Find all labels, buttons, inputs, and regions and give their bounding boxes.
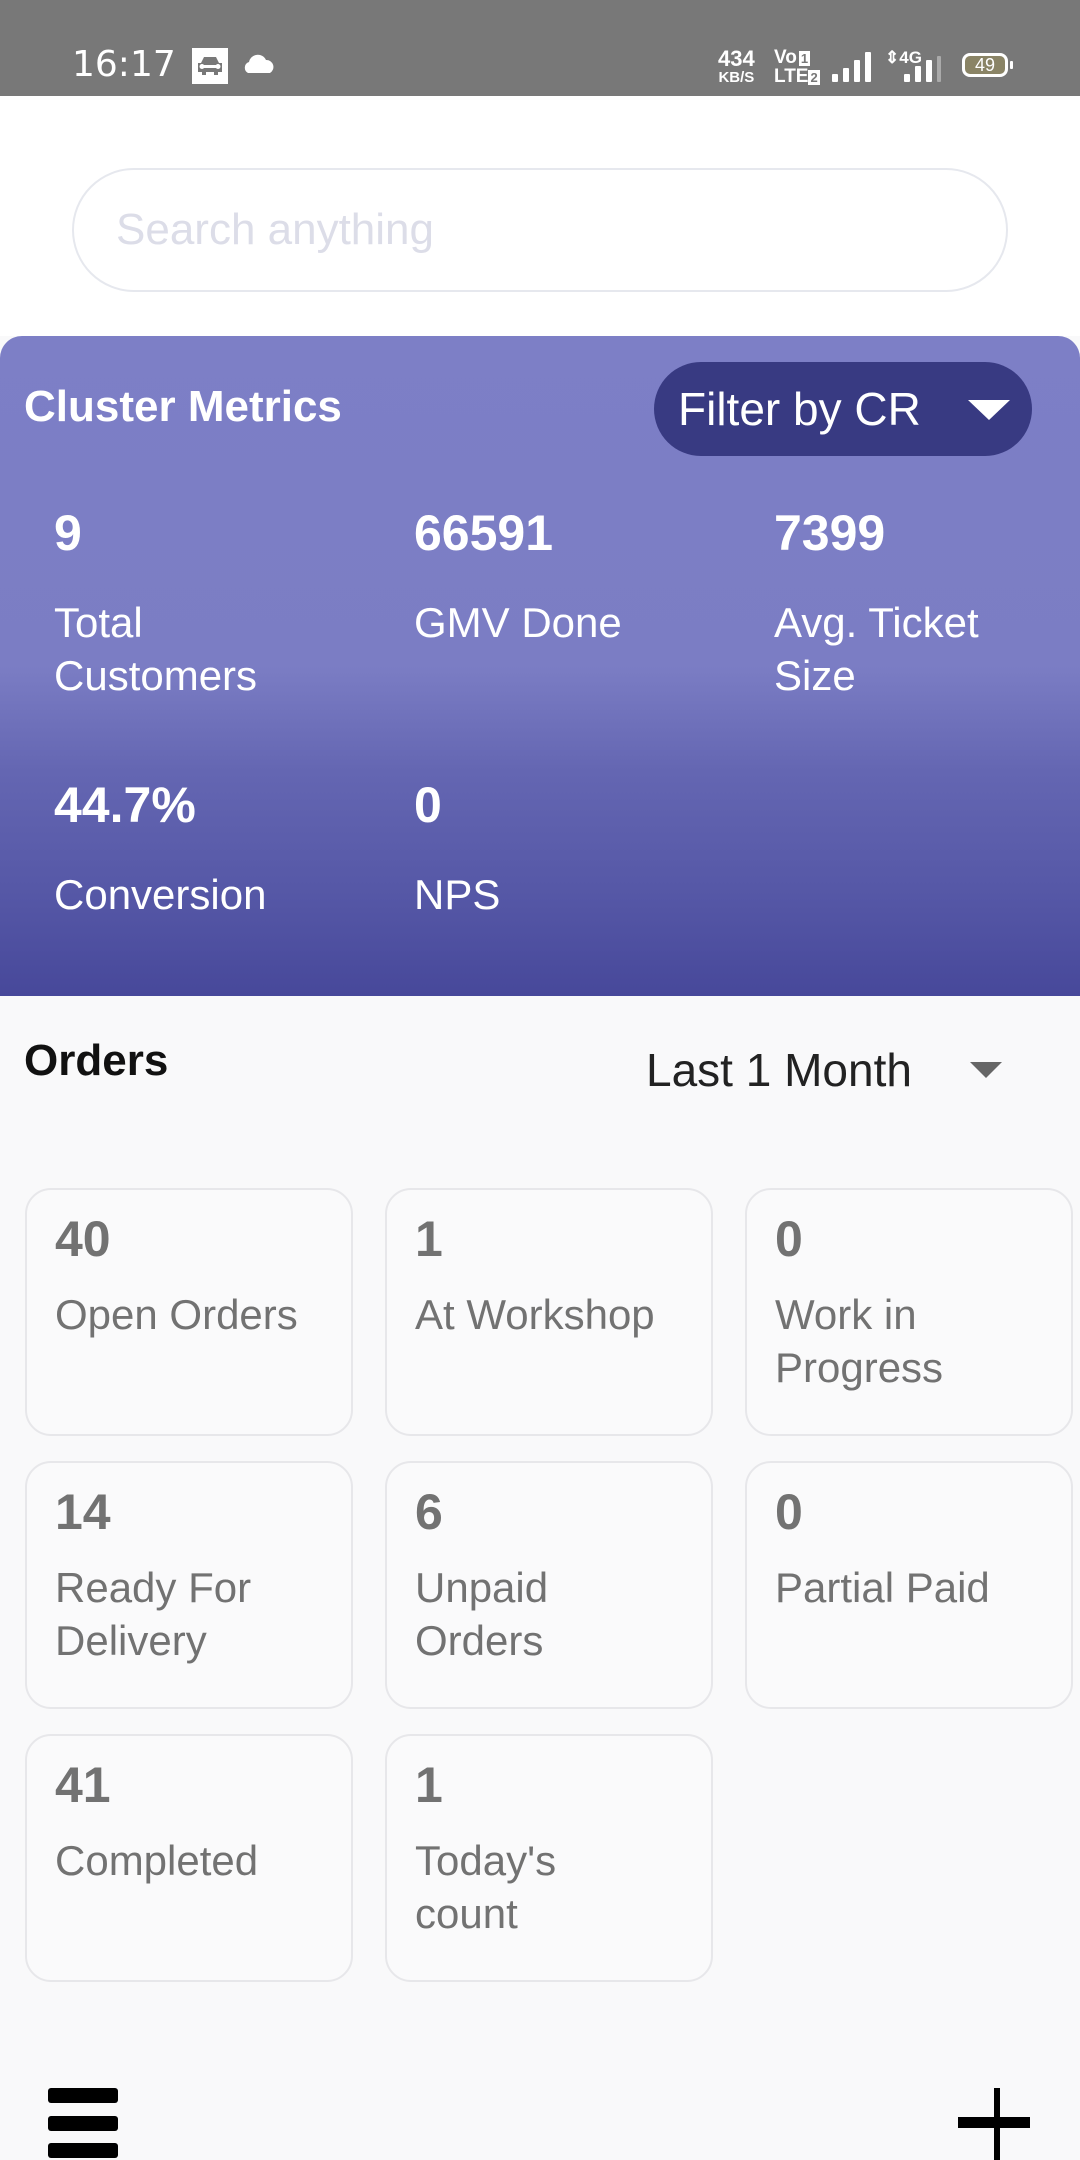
battery-icon: 49 [962,53,1013,77]
metric-avg-ticket-size: 7399 Avg. Ticket Size [774,508,1074,702]
order-count: 14 [55,1484,111,1540]
car-repair-notification-icon [192,48,228,84]
order-card-partial-paid[interactable]: 0 Partial Paid [745,1461,1073,1709]
metric-value: 7399 [774,505,886,561]
order-label: Ready For Delivery [55,1564,252,1664]
metric-value: 44.7% [54,777,196,833]
cloud-icon [242,52,276,79]
metric-label: Avg. Ticket Size [774,599,979,699]
order-card-ready-for-delivery[interactable]: 14 Ready For Delivery [25,1461,353,1709]
order-count: 1 [415,1757,443,1813]
order-card-todays-count[interactable]: 1 Today's count [385,1734,713,1982]
signal-icon-2 [904,56,941,82]
order-label: Open Orders [55,1291,298,1338]
metric-label: Conversion [54,871,267,918]
dropdown-arrow-icon [970,1062,1002,1078]
order-label: Unpaid Orders [415,1564,549,1664]
order-count: 6 [415,1484,443,1540]
metric-gmv-done: 66591 GMV Done [414,508,744,649]
order-card-work-in-progress[interactable]: 0 Work in Progress [745,1188,1073,1436]
date-range-dropdown[interactable]: Last 1 Month [646,1040,1026,1100]
order-count: 1 [415,1211,443,1267]
metric-label: NPS [414,871,501,918]
date-range-value: Last 1 Month [646,1044,912,1096]
cluster-metrics-title: Cluster Metrics [24,382,342,431]
metric-total-customers: 9 Total Customers [54,508,384,702]
status-time: 16:17 [72,44,176,85]
filter-label: Filter by CR [678,383,921,435]
dropdown-arrow-icon [968,400,1010,420]
volte-indicator: Vo 1 LTE 2 [774,47,820,87]
cluster-metrics-panel: Cluster Metrics Filter by CR 9 Total Cus… [0,336,1080,996]
order-count: 0 [775,1484,803,1540]
order-count: 40 [55,1211,111,1267]
order-count: 41 [55,1757,111,1813]
metric-label: GMV Done [414,599,622,646]
order-label: Partial Paid [775,1564,990,1611]
order-label: Completed [55,1837,259,1884]
network-speed: 434 KB/S [718,46,755,86]
order-label: At Workshop [415,1291,655,1338]
status-bar: 16:17 434 KB/S Vo 1 LTE 2 ⇕4G 49 [0,0,1080,96]
signal-icon [832,50,871,82]
metric-conversion: 44.7% Conversion [54,780,384,921]
order-count: 0 [775,1211,803,1267]
metric-value: 66591 [414,505,554,561]
plus-icon[interactable] [956,2086,1036,2160]
filter-by-cr-dropdown[interactable]: Filter by CR [654,362,1032,456]
order-card-unpaid-orders[interactable]: 6 Unpaid Orders [385,1461,713,1709]
order-label: Today's count [415,1837,557,1937]
order-card-at-workshop[interactable]: 1 At Workshop [385,1188,713,1436]
order-label: Work in Progress [775,1291,944,1391]
metric-value: 0 [414,777,442,833]
search-bar[interactable] [72,168,1008,292]
metric-label: Total Customers [54,599,258,699]
hamburger-menu-icon[interactable] [46,2086,120,2160]
search-input[interactable] [116,170,966,290]
order-card-open-orders[interactable]: 40 Open Orders [25,1188,353,1436]
orders-title: Orders [24,1036,169,1085]
metric-nps: 0 NPS [414,780,744,921]
order-card-completed[interactable]: 41 Completed [25,1734,353,1982]
metric-value: 9 [54,505,82,561]
